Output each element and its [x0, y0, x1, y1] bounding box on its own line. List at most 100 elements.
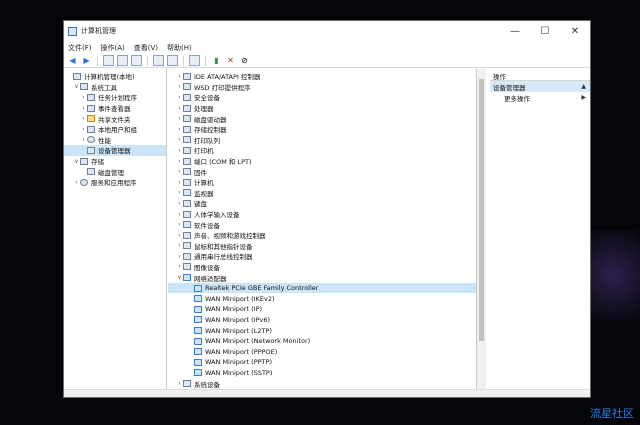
expand-right-icon[interactable]: › [176, 168, 183, 175]
tree-item[interactable]: › 声音、视频和游戏控制器 [168, 230, 476, 241]
tree-item[interactable]: ∨ 存储 [64, 156, 166, 167]
tree-item[interactable]: WAN Miniport (IKEv2) [168, 293, 476, 304]
tree-item[interactable]: › WSD 打印提供程序 [168, 82, 476, 93]
disable-device-icon[interactable]: ⊘ [239, 55, 250, 66]
expand-right-icon[interactable]: › [176, 94, 183, 101]
expand-right-icon[interactable]: › [176, 263, 183, 270]
tree-item[interactable]: › 性能 [64, 135, 166, 146]
scan-hardware-icon[interactable] [189, 55, 200, 66]
tree-item[interactable]: › 任务计划程序 [64, 92, 166, 103]
tree-item[interactable]: › 端口 (COM 和 LPT) [168, 156, 476, 167]
tree-item[interactable]: › 通用串行总线控制器 [168, 251, 476, 262]
tree-item[interactable]: › 打印队列 [168, 135, 476, 146]
back-arrow-icon[interactable]: ◀ [67, 55, 78, 66]
tree-item[interactable]: WAN Miniport (IP) [168, 304, 476, 315]
menu-action[interactable]: 操作(A) [101, 43, 125, 53]
tree-item[interactable]: › 打印机 [168, 145, 476, 156]
expand-right-icon[interactable]: › [176, 211, 183, 218]
up-folder-icon[interactable] [103, 55, 114, 66]
update-driver-icon[interactable]: ▮ [211, 55, 222, 66]
expand-right-icon[interactable]: › [80, 136, 87, 143]
expand-right-icon[interactable]: › [176, 380, 183, 387]
expand-right-icon[interactable]: › [176, 105, 183, 112]
tree-item[interactable]: WAN Miniport (L2TP) [168, 325, 476, 336]
maximize-button[interactable]: ☐ [530, 21, 560, 41]
tree-item[interactable]: › 处理器 [168, 103, 476, 114]
tree-item[interactable]: › 人体学输入设备 [168, 209, 476, 220]
tree-item[interactable]: ∨ 网络适配器 [168, 272, 476, 283]
tree-item[interactable]: › 计算机 [168, 177, 476, 188]
forward-arrow-icon[interactable]: ▶ [81, 55, 92, 66]
tree-item[interactable]: › 键盘 [168, 198, 476, 209]
expand-right-icon[interactable]: › [73, 179, 80, 186]
menu-help[interactable]: 帮助(H) [167, 43, 192, 53]
tree-item[interactable]: › 安全设备 [168, 92, 476, 103]
minimize-button[interactable]: — [500, 21, 530, 41]
tree-item[interactable]: › 磁盘驱动器 [168, 113, 476, 124]
expand-right-icon[interactable]: › [176, 83, 183, 90]
tree-item[interactable]: WAN Miniport (Network Monitor) [168, 336, 476, 347]
tree-item[interactable]: 磁盘管理 [64, 166, 166, 177]
tree-item[interactable]: 设备管理器 [64, 145, 166, 156]
menu-view[interactable]: 查看(V) [134, 43, 158, 53]
horizontal-scrollbar[interactable] [64, 389, 590, 397]
expand-right-icon[interactable]: › [176, 200, 183, 207]
expand-right-icon[interactable]: › [176, 136, 183, 143]
tree-item[interactable]: › 软件设备 [168, 219, 476, 230]
tree-item[interactable]: WAN Miniport (PPTP) [168, 357, 476, 368]
close-button[interactable]: ✕ [560, 21, 590, 41]
expand-right-icon[interactable]: › [176, 189, 183, 196]
tree-item[interactable]: › 图像设备 [168, 262, 476, 273]
tree-item[interactable]: › 监视器 [168, 188, 476, 199]
expand-right-icon[interactable]: › [176, 115, 183, 122]
expand-right-icon[interactable]: › [176, 221, 183, 228]
network-adapter-icon [194, 295, 202, 303]
tree-item[interactable]: › 本地用户和组 [64, 124, 166, 135]
expand-down-icon[interactable]: ∨ [73, 83, 80, 90]
vertical-scrollbar[interactable] [477, 69, 486, 389]
collapse-arrow-icon[interactable]: ▲ [581, 83, 586, 90]
expand-right-icon[interactable]: › [176, 126, 183, 133]
uninstall-device-icon[interactable]: ✕ [225, 55, 236, 66]
tree-item[interactable]: › 固件 [168, 166, 476, 177]
tree-item[interactable]: WAN Miniport (PPPOE) [168, 346, 476, 357]
expand-down-icon[interactable]: ∨ [73, 158, 80, 165]
expand-right-icon[interactable]: › [176, 179, 183, 186]
tree-item[interactable]: WAN Miniport (SSTP) [168, 368, 476, 379]
tree-item[interactable]: WAN Miniport (IPv6) [168, 315, 476, 326]
tree-item[interactable]: 计算机管理(本地) [64, 71, 166, 82]
device-tree: › IDE ATA/ATAPI 控制器 › WSD 打印提供程序 › 安全设备 › 处理器 › 磁… [168, 69, 477, 389]
expand-right-icon[interactable]: › [176, 242, 183, 249]
tree-item[interactable]: Realtek PCIe GBE Family Controller [168, 282, 476, 294]
expand-right-icon[interactable]: › [176, 147, 183, 154]
cpu-icon [183, 104, 191, 112]
expand-right-icon[interactable]: › [176, 158, 183, 165]
tree-item[interactable]: › 鼠标和其他指针设备 [168, 241, 476, 252]
disk-icon [183, 115, 191, 123]
tree-item[interactable]: › 存储控制器 [168, 124, 476, 135]
expand-right-icon[interactable]: › [176, 232, 183, 239]
expand-right-icon[interactable]: › [176, 73, 183, 80]
tree-item[interactable]: › 事件查看器 [64, 103, 166, 114]
properties-icon[interactable] [167, 55, 178, 66]
menu-file[interactable]: 文件(F) [68, 43, 92, 53]
tree-item[interactable]: › 服务和应用程序 [64, 177, 166, 188]
expand-right-icon[interactable]: › [80, 115, 87, 122]
console-tree: 计算机管理(本地) ∨ 系统工具 › 任务计划程序 › 事件查看器 › 共享文件夹 › 本地用户和组… [64, 69, 167, 389]
expand-right-icon[interactable]: › [80, 126, 87, 133]
tree-item[interactable]: ∨ 系统工具 [64, 82, 166, 93]
export-list-icon[interactable] [131, 55, 142, 66]
tree-item[interactable]: › 共享文件夹 [64, 113, 166, 124]
tree-item[interactable]: › IDE ATA/ATAPI 控制器 [168, 71, 476, 82]
help-icon[interactable] [153, 55, 164, 66]
actions-section-device-manager[interactable]: 设备管理器 ▲ [490, 81, 590, 92]
expand-right-icon[interactable]: › [80, 94, 87, 101]
expand-right-icon[interactable]: › [80, 105, 87, 112]
more-actions-item[interactable]: 更多操作 ▶ [490, 92, 590, 103]
expand-down-icon[interactable]: ∨ [176, 274, 183, 281]
show-hide-tree-icon[interactable] [117, 55, 128, 66]
tree-item[interactable]: › 系统设备 [168, 378, 476, 389]
scrollbar-thumb[interactable] [479, 79, 484, 341]
expand-right-icon[interactable]: › [176, 253, 183, 260]
tree-item-label: 存储 [91, 158, 104, 167]
